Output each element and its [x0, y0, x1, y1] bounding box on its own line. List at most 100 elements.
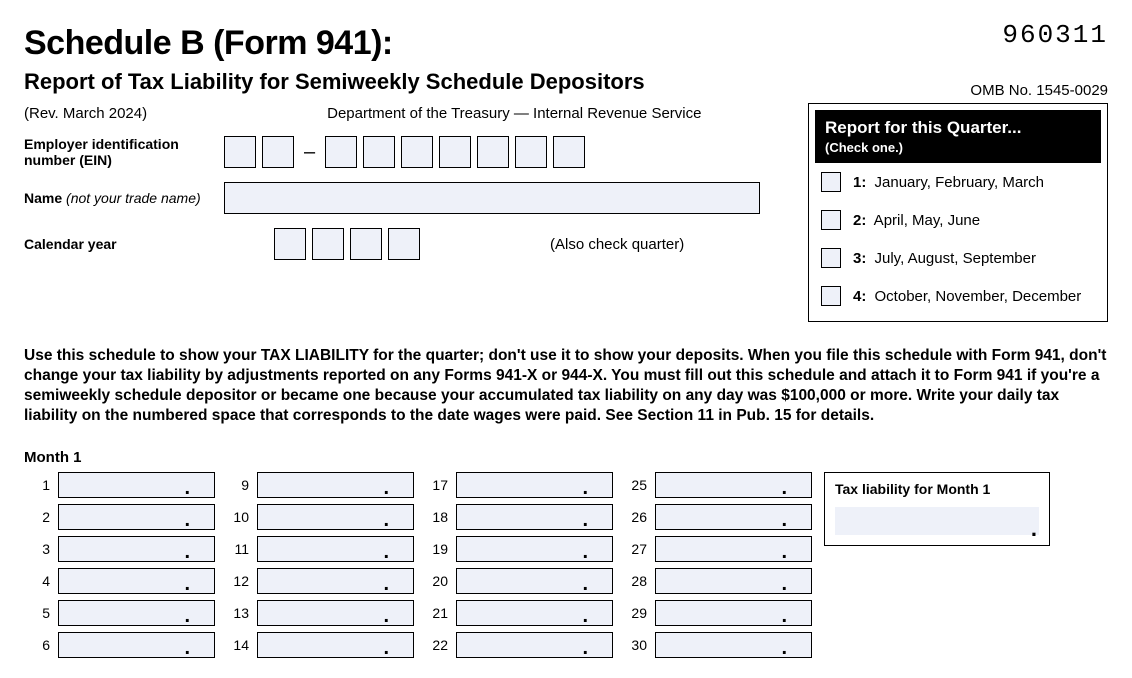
also-check-quarter: (Also check quarter): [550, 236, 684, 253]
ein-box[interactable]: [515, 136, 547, 168]
day-number: 20: [422, 573, 448, 589]
month-1-total-input[interactable]: .: [835, 507, 1039, 535]
day-number: 19: [422, 541, 448, 557]
day-row: 14.: [223, 632, 422, 658]
day-amount-input[interactable]: .: [58, 600, 215, 626]
ein-box[interactable]: [439, 136, 471, 168]
quarter-option-3: 3: July, August, September: [815, 239, 1101, 277]
day-amount-input[interactable]: .: [58, 568, 215, 594]
ein-label: Employer identification number (EIN): [24, 136, 224, 168]
day-amount-input[interactable]: .: [257, 536, 414, 562]
quarter-option-2: 2: April, May, June: [815, 201, 1101, 239]
day-amount-input[interactable]: .: [257, 568, 414, 594]
day-amount-input[interactable]: .: [456, 472, 613, 498]
month-1-total-box: Tax liability for Month 1 .: [824, 472, 1050, 546]
day-number: 29: [621, 605, 647, 621]
day-number: 10: [223, 509, 249, 525]
day-row: 19.: [422, 536, 621, 562]
ein-box[interactable]: [224, 136, 256, 168]
day-number: 11: [223, 541, 249, 557]
day-amount-input[interactable]: .: [58, 504, 215, 530]
day-row: 18.: [422, 504, 621, 530]
ein-box[interactable]: [401, 136, 433, 168]
day-amount-input[interactable]: .: [456, 504, 613, 530]
quarter-checkbox-4[interactable]: [821, 286, 841, 306]
form-subtitle: Report of Tax Liability for Semiweekly S…: [24, 69, 645, 95]
day-row: 12.: [223, 568, 422, 594]
day-amount-input[interactable]: .: [655, 472, 812, 498]
day-amount-input[interactable]: .: [58, 632, 215, 658]
month-1-grid: 1.2.3.4.5.6. 9.10.11.12.13.14. 17.18.19.…: [24, 472, 1108, 658]
day-row: 29.: [621, 600, 820, 626]
day-amount-input[interactable]: .: [655, 504, 812, 530]
year-box[interactable]: [350, 228, 382, 260]
day-row: 2.: [24, 504, 223, 530]
ein-box[interactable]: [363, 136, 395, 168]
day-row: 1.: [24, 472, 223, 498]
day-amount-input[interactable]: .: [257, 600, 414, 626]
quarter-selection-box: Report for this Quarter... (Check one.) …: [808, 103, 1108, 322]
day-row: 3.: [24, 536, 223, 562]
day-row: 20.: [422, 568, 621, 594]
day-row: 25.: [621, 472, 820, 498]
day-row: 30.: [621, 632, 820, 658]
day-amount-input[interactable]: .: [257, 632, 414, 658]
day-amount-input[interactable]: .: [456, 568, 613, 594]
quarter-option-1: 1: January, February, March: [815, 163, 1101, 201]
day-amount-input[interactable]: .: [456, 632, 613, 658]
day-number: 9: [223, 477, 249, 493]
day-amount-input[interactable]: .: [257, 504, 414, 530]
quarter-checkbox-2[interactable]: [821, 210, 841, 230]
ein-box[interactable]: [477, 136, 509, 168]
month-1-header: Month 1: [24, 449, 1108, 466]
quarter-header: Report for this Quarter... (Check one.): [815, 110, 1101, 163]
day-row: 28.: [621, 568, 820, 594]
day-number: 17: [422, 477, 448, 493]
day-amount-input[interactable]: .: [655, 536, 812, 562]
omb-number: OMB No. 1545-0029: [970, 82, 1108, 99]
year-box[interactable]: [388, 228, 420, 260]
department-line: Department of the Treasury — Internal Re…: [327, 105, 701, 122]
quarter-checkbox-1[interactable]: [821, 172, 841, 192]
ein-box[interactable]: [553, 136, 585, 168]
day-number: 22: [422, 637, 448, 653]
day-amount-input[interactable]: .: [456, 600, 613, 626]
day-amount-input[interactable]: .: [655, 600, 812, 626]
day-row: 27.: [621, 536, 820, 562]
day-number: 30: [621, 637, 647, 653]
day-number: 21: [422, 605, 448, 621]
day-amount-input[interactable]: .: [456, 536, 613, 562]
day-row: 11.: [223, 536, 422, 562]
day-number: 18: [422, 509, 448, 525]
day-number: 13: [223, 605, 249, 621]
year-box[interactable]: [312, 228, 344, 260]
name-label: Name (not your trade name): [24, 190, 224, 206]
day-number: 5: [24, 605, 50, 621]
month-1-total-label: Tax liability for Month 1: [835, 481, 1039, 497]
name-input[interactable]: [224, 182, 760, 214]
revision-date: (Rev. March 2024): [24, 105, 147, 122]
day-number: 26: [621, 509, 647, 525]
day-amount-input[interactable]: .: [58, 472, 215, 498]
day-number: 25: [621, 477, 647, 493]
day-amount-input[interactable]: .: [655, 568, 812, 594]
form-title: Schedule B (Form 941):: [24, 24, 393, 63]
ein-input-group: –: [224, 136, 585, 168]
ein-dash: –: [304, 141, 315, 164]
day-number: 6: [24, 637, 50, 653]
day-number: 4: [24, 573, 50, 589]
ein-box[interactable]: [325, 136, 357, 168]
ein-box[interactable]: [262, 136, 294, 168]
year-box[interactable]: [274, 228, 306, 260]
day-amount-input[interactable]: .: [58, 536, 215, 562]
quarter-checkbox-3[interactable]: [821, 248, 841, 268]
quarter-option-4: 4: October, November, December: [815, 277, 1101, 315]
day-row: 4.: [24, 568, 223, 594]
day-amount-input[interactable]: .: [655, 632, 812, 658]
day-row: 9.: [223, 472, 422, 498]
day-row: 26.: [621, 504, 820, 530]
day-amount-input[interactable]: .: [257, 472, 414, 498]
day-row: 21.: [422, 600, 621, 626]
day-number: 14: [223, 637, 249, 653]
day-number: 2: [24, 509, 50, 525]
